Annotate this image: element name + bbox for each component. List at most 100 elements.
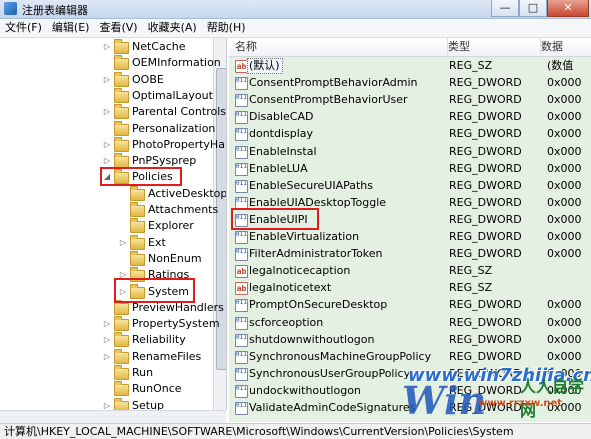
value-row[interactable]: ab legalnoticecaption REG_SZ [229, 262, 591, 279]
title-bar: 注册表编辑器 — □ ✕ [0, 0, 591, 19]
policies-highlight-box [100, 167, 182, 187]
tree-item-label: OEMInformation [132, 56, 221, 70]
tree-item[interactable]: ▷ RenameFiles [102, 348, 210, 365]
dword-value-icon: 011 110 [235, 94, 248, 108]
tree-horizontal-scrollbar[interactable] [0, 410, 226, 423]
tree-item[interactable]: ▷ Reliability [102, 332, 210, 348]
folder-icon [114, 87, 129, 103]
value-data: (数值 [547, 59, 574, 72]
value-row[interactable]: 011 110dontdisplay REG_DWORD 0x000 [229, 125, 591, 142]
value-type: REG_DWORD [449, 298, 522, 312]
menu-favorites[interactable]: 收藏夹(A) [143, 19, 202, 37]
menu-help[interactable]: 帮助(H) [202, 19, 251, 37]
menu-view[interactable]: 查看(V) [94, 19, 142, 37]
tree-expander-icon[interactable]: ▷ [102, 72, 112, 88]
value-name: ConsentPromptBehaviorUser [249, 93, 408, 107]
folder-icon [130, 185, 145, 201]
folder-icon [114, 348, 129, 364]
close-button[interactable]: ✕ [547, 0, 589, 17]
dword-value-icon: 011 110 [235, 77, 248, 91]
watermark-rrzxw-url: www.rrzxw.net [478, 398, 563, 409]
tree-item[interactable]: OptimalLayout [102, 87, 213, 104]
value-row[interactable]: 011 110ConsentPromptBehaviorUser REG_DWOR… [229, 91, 591, 108]
tree-item[interactable]: OEMInformation [102, 55, 221, 71]
value-name: FilterAdministratorToken [249, 247, 383, 261]
value-row[interactable]: ab (默认) REG_SZ (数值 [229, 57, 591, 74]
folder-icon [130, 218, 145, 234]
folder-icon [130, 202, 145, 217]
value-type: REG_DWORD [449, 315, 522, 329]
folder-icon [114, 104, 129, 120]
tree-expander-icon[interactable]: ▷ [118, 235, 128, 251]
value-name: SynchronousUserGroupPolicy [249, 366, 411, 380]
registry-key-tree[interactable]: ▷ NetCache OEMInformation ▷ OOBE OptimalLayou… [0, 38, 227, 410]
tree-item[interactable]: ▷ OOBE [102, 71, 210, 88]
tree-expander-icon[interactable]: ▷ [102, 104, 112, 120]
value-name: legalnoticecaption [249, 264, 351, 278]
value-data: 0x000 [547, 349, 582, 363]
value-row[interactable]: 011 110PromptOnSecureDesktop REG_DWORD 0x0… [229, 296, 591, 313]
value-data: 0x000 [547, 110, 582, 124]
tree-expander-icon[interactable]: ▷ [102, 316, 112, 332]
tree-expander-icon[interactable]: ▷ [102, 137, 112, 153]
menu-file[interactable]: 文件(F) [0, 19, 47, 37]
column-data-header[interactable]: 数据 [535, 38, 591, 56]
minimize-button[interactable]: — [491, 0, 519, 17]
value-row[interactable]: 011 110EnableInstal REG_DWORD 0x000 [229, 143, 591, 160]
regedit-app-icon [4, 2, 17, 15]
value-row[interactable]: 011 110DisableCAD REG_DWORD 0x000 [229, 108, 591, 125]
menu-edit[interactable]: 编辑(E) [47, 19, 95, 37]
tree-item-label: Parental Controls [132, 105, 226, 119]
maximize-button[interactable]: □ [519, 0, 547, 17]
tree-item[interactable]: ▷ Ext [118, 234, 210, 251]
value-name: undockwithoutlogon [249, 383, 361, 397]
value-row[interactable]: 011 110ConsentPromptBehaviorAdmin REG_DWO… [229, 74, 591, 91]
value-row[interactable]: 011 110EnableLUA REG_DWORD 0x000 [229, 160, 591, 177]
value-row[interactable]: 011 110scforceoption REG_DWORD 0x000 [229, 314, 591, 331]
value-name: ConsentPromptBehaviorAdmin [249, 76, 418, 90]
value-data: 0x000 [547, 332, 582, 346]
folder-icon [114, 381, 129, 397]
tree-item[interactable]: Personalization [102, 120, 215, 137]
tree-item[interactable]: RunOnce [102, 381, 210, 397]
dword-value-icon: 011 110 [235, 384, 248, 398]
tree-item[interactable]: ▷ Parental Controls [102, 104, 226, 120]
column-type-header[interactable]: 类型 [442, 38, 541, 56]
tree-item[interactable]: NonEnum [118, 250, 210, 267]
tree-item-label: ActiveDesktop [148, 186, 227, 200]
tree-item[interactable]: Run [102, 365, 210, 381]
tree-expander-icon[interactable]: ▷ [102, 398, 112, 410]
tree-vertical-scrollbar[interactable] [213, 38, 226, 410]
value-data: 0x000 [547, 178, 582, 192]
folder-icon [114, 316, 129, 332]
value-row[interactable]: 011 110EnableVirtualization REG_DWORD 0x00… [229, 228, 591, 245]
column-name-header[interactable]: 名称 [229, 38, 448, 56]
value-data: 0x000 [547, 298, 582, 312]
tree-expander-icon[interactable]: ▷ [102, 349, 112, 365]
tree-item-label: NetCache [132, 40, 186, 53]
tree-item[interactable]: ▷ Setup [102, 397, 210, 410]
tree-expander-icon[interactable]: ▷ [102, 332, 112, 348]
value-row[interactable]: 011 110SynchronousMachineGroupPolicy REG_… [229, 348, 591, 365]
tree-item-label: Ext [148, 235, 166, 249]
tree-item[interactable]: Attachments [118, 202, 218, 218]
tree-item[interactable]: ▷ NetCache [102, 39, 210, 55]
window-title: 注册表编辑器 [22, 4, 88, 17]
tree-item[interactable]: ▷ PropertySystem [102, 316, 220, 332]
folder-icon [114, 120, 129, 136]
tree-item[interactable]: ActiveDesktop [118, 185, 226, 202]
value-name: scforceoption [249, 315, 324, 329]
value-row[interactable]: 011 110FilterAdministratorToken REG_DWORD… [229, 245, 591, 262]
folder-icon [130, 250, 145, 266]
value-name: DisableCAD [249, 110, 314, 124]
tree-item[interactable]: ▷ PhotoPropertyHa [102, 136, 225, 153]
dword-value-icon: 011 110 [235, 179, 248, 193]
value-row[interactable]: 011 110shutdownwithoutlogon REG_DWORD 0x00… [229, 331, 591, 348]
value-name: shutdownwithoutlogon [249, 332, 375, 346]
value-row[interactable]: ab legalnoticetext REG_SZ [229, 279, 591, 296]
value-row[interactable]: 011 110EnableSecureUIAPaths REG_DWORD 0x00… [229, 177, 591, 194]
tree-item[interactable]: Explorer [118, 218, 210, 234]
value-type: REG_DWORD [449, 76, 522, 90]
tree-item-label: RenameFiles [132, 349, 202, 363]
tree-expander-icon[interactable]: ▷ [102, 39, 112, 55]
